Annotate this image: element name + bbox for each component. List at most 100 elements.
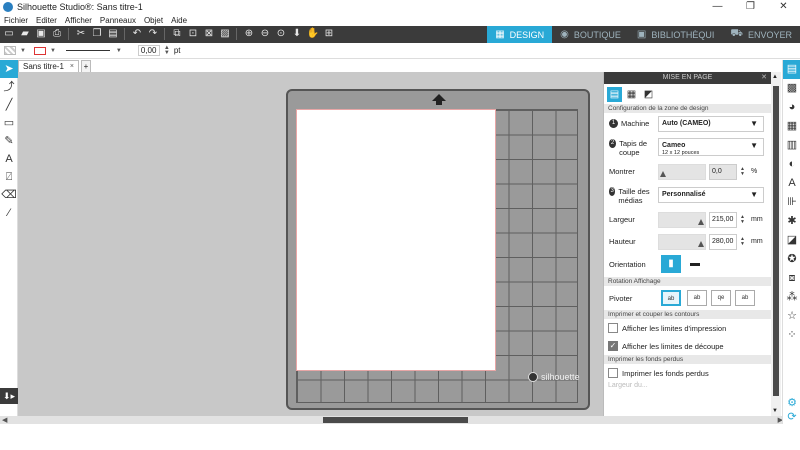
open-folder-icon[interactable]: ▰ — [18, 27, 32, 41]
scroll-left-icon[interactable]: ◀ — [2, 416, 7, 424]
save-icon[interactable]: ▣ — [34, 27, 48, 41]
width-input[interactable]: 215,00 — [709, 212, 737, 228]
download-icon[interactable]: ⬇▸ — [0, 388, 18, 404]
close-tab-icon[interactable]: × — [70, 63, 74, 70]
menu-panneaux[interactable]: Panneaux — [100, 16, 136, 25]
tab-bibliotheque[interactable]: ▣ BIBLIOTHÈQUI — [629, 26, 722, 43]
portrait-orientation-icon[interactable]: ▮ — [661, 255, 681, 273]
line-color-swatch[interactable] — [33, 46, 46, 55]
chevron-down-icon[interactable]: ▼ — [50, 48, 56, 54]
favorites-icon[interactable]: ☆ — [783, 307, 800, 326]
cut-limits-checkbox[interactable]: ✓ — [608, 341, 618, 351]
fill-color-swatch[interactable] — [4, 46, 16, 55]
pencil-tool-icon[interactable]: ✎ — [0, 132, 18, 150]
width-slider[interactable] — [658, 212, 706, 228]
print-limits-checkbox[interactable] — [608, 323, 618, 333]
sync-icon[interactable]: ⟳ — [783, 410, 800, 423]
bleed-checkbox[interactable] — [608, 368, 618, 378]
group-icon[interactable]: ⧉ — [170, 27, 184, 41]
scroll-up-icon[interactable]: ▲ — [772, 74, 778, 80]
eyedropper-tool-icon[interactable]: ⁄ — [0, 204, 18, 222]
scrollbar-thumb[interactable] — [323, 417, 468, 423]
contrast-icon[interactable]: ◐ — [783, 155, 800, 174]
knife-tool-icon[interactable]: ⍁ — [0, 168, 18, 186]
menu-fichier[interactable]: Fichier — [4, 16, 28, 25]
background-tab-icon[interactable]: ◩ — [641, 87, 656, 102]
modify-icon[interactable]: ⁂ — [783, 288, 800, 307]
line-width-stepper[interactable]: ▲ ▼ — [164, 45, 170, 56]
cut-icon[interactable]: ✂ — [74, 27, 88, 41]
zoom-out-icon[interactable]: ⊖ — [258, 27, 272, 41]
new-file-icon[interactable]: ▭ — [2, 27, 16, 41]
deselect-icon[interactable]: ▨ — [218, 27, 232, 41]
pan-hand-icon[interactable]: ✋ — [306, 27, 320, 41]
menu-aide[interactable]: Aide — [171, 16, 187, 25]
copy-icon[interactable]: ❐ — [90, 27, 104, 41]
menu-objet[interactable]: Objet — [144, 16, 163, 25]
show-input[interactable]: 0,0 — [709, 164, 737, 180]
scroll-down-icon[interactable]: ▼ — [772, 408, 778, 414]
rotate-0-icon[interactable]: ab — [661, 290, 681, 306]
transform-icon[interactable]: ◪ — [783, 231, 800, 250]
menu-afficher[interactable]: Afficher — [65, 16, 92, 25]
close-button[interactable]: ✕ — [767, 0, 800, 14]
rotate-180-icon[interactable]: qe — [711, 290, 731, 306]
pixscan-icon[interactable]: ▩ — [783, 79, 800, 98]
text-tool-icon[interactable]: A — [0, 150, 18, 168]
line-color-icon[interactable]: ▦ — [783, 117, 800, 136]
paste-icon[interactable]: ▤ — [106, 27, 120, 41]
move-down-icon[interactable]: ⬇ — [290, 27, 304, 41]
landscape-orientation-icon[interactable]: ▬ — [685, 255, 705, 273]
cut-limits-row[interactable]: ✓ Afficher les limites de découpe — [604, 337, 771, 355]
zoom-fit-icon[interactable]: ⊙ — [274, 27, 288, 41]
gradient-icon[interactable]: ▥ — [783, 136, 800, 155]
line-style-preview[interactable] — [65, 50, 110, 51]
page-tab-icon[interactable]: ▤ — [607, 86, 622, 102]
height-slider[interactable] — [658, 234, 706, 250]
line-tool-icon[interactable]: ╱ — [0, 96, 18, 114]
rectangle-tool-icon[interactable]: ▭ — [0, 114, 18, 132]
grid-tab-icon[interactable]: ▦ — [624, 87, 639, 102]
zoom-page-icon[interactable]: ⊞ — [322, 27, 336, 41]
fill-color-icon[interactable]: ◕ — [783, 98, 800, 117]
rotate-90-icon[interactable]: ab — [687, 290, 707, 306]
sketch-icon[interactable]: ⁘ — [783, 326, 800, 345]
cutting-mat[interactable]: silhouette — [286, 89, 590, 410]
add-tab-button[interactable]: + — [81, 60, 91, 72]
maximize-button[interactable]: ❐ — [734, 0, 767, 14]
media-page[interactable] — [296, 109, 496, 371]
tab-boutique[interactable]: ◉ BOUTIQUE — [552, 26, 629, 43]
panel-scrollbar-thumb[interactable] — [773, 86, 779, 396]
minimize-button[interactable]: — — [701, 0, 734, 14]
trace-icon[interactable]: ⧈ — [783, 269, 800, 288]
chevron-down-icon[interactable]: ▼ — [20, 48, 26, 54]
document-tab[interactable]: Sans titre-1 × — [18, 60, 79, 72]
page-setup-icon[interactable]: ▤ — [783, 60, 800, 79]
line-width-input[interactable]: 0,00 — [137, 45, 160, 56]
text-style-icon[interactable]: A — [783, 174, 800, 193]
show-slider[interactable] — [658, 164, 706, 180]
settings-gear-icon[interactable]: ⚙ — [783, 396, 800, 409]
select-all-icon[interactable]: ⊠ — [202, 27, 216, 41]
show-stepper[interactable]: ▲ ▼ — [740, 167, 745, 177]
point-edit-tool-icon[interactable]: ⤴ — [0, 78, 18, 96]
zoom-in-icon[interactable]: ⊕ — [242, 27, 256, 41]
horizontal-scrollbar[interactable]: ◀ ▶ — [0, 416, 785, 424]
height-stepper[interactable]: ▲ ▼ — [740, 237, 745, 247]
ungroup-icon[interactable]: ⊡ — [186, 27, 200, 41]
select-tool-icon[interactable]: ➤ — [0, 60, 18, 78]
eraser-tool-icon[interactable]: ⌫ — [0, 186, 18, 204]
offset-icon[interactable]: ✪ — [783, 250, 800, 269]
align-icon[interactable]: ⊪ — [783, 193, 800, 212]
print-limits-row[interactable]: Afficher les limites d'impression — [604, 319, 771, 337]
menu-editer[interactable]: Editer — [36, 16, 57, 25]
replicate-icon[interactable]: ✱ — [783, 212, 800, 231]
height-input[interactable]: 280,00 — [709, 234, 737, 250]
undo-icon[interactable]: ↶ — [130, 27, 144, 41]
panel-scrollbar[interactable]: ▲ ▼ — [771, 72, 781, 416]
mat-select[interactable]: Cameo 12 x 12 pouces ▼ — [658, 138, 764, 156]
media-size-select[interactable]: Personnalisé ▼ — [658, 187, 764, 203]
bleed-row[interactable]: Imprimer les fonds perdus — [604, 364, 771, 382]
design-canvas[interactable]: silhouette — [18, 72, 603, 416]
tab-envoyer[interactable]: ⛟ ENVOYER — [722, 26, 800, 43]
